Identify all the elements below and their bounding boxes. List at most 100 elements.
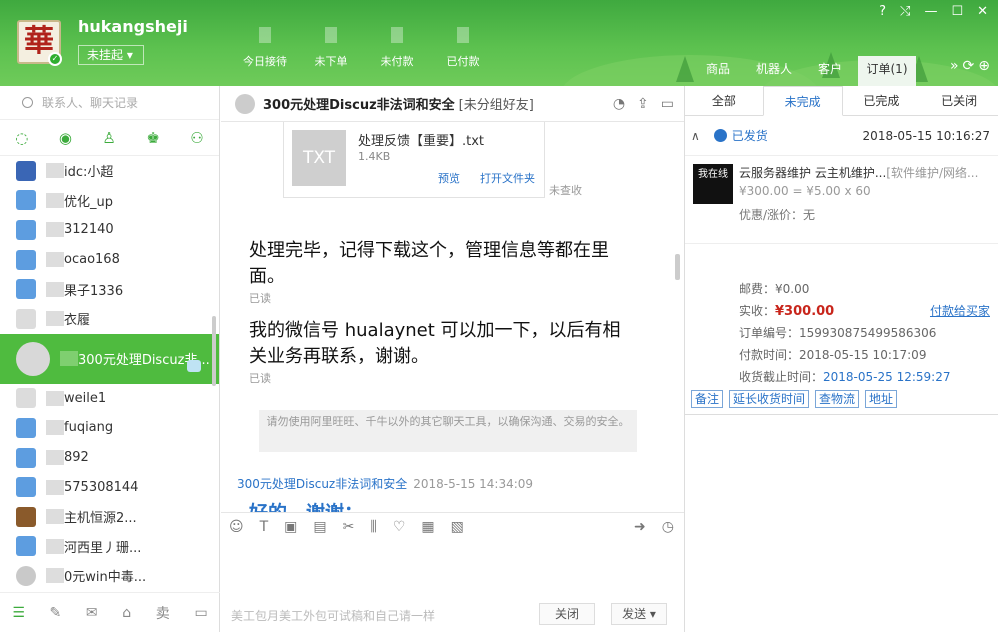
file-state: 未查收 [549,184,582,197]
history-icon[interactable]: ◷ [662,519,684,535]
send-button[interactable]: 发送 ▾ [611,603,667,625]
video-icon[interactable]: ▭ [661,96,674,112]
contact-list: idc:小超 优化_up 312140 ocao168 果子1336 衣履 30… [0,156,219,596]
chevron-down-icon: ▾ [126,48,133,62]
calculator-icon[interactable]: ▦ [421,519,434,535]
contact-name: 优化_up [64,194,113,210]
deadline-value: 2018-05-25 12:59:27 [823,370,951,384]
contact-item[interactable]: 312140 [0,215,219,245]
contact-item-selected[interactable]: 300元处理Discuz非... [0,333,219,384]
pay-time: 付款时间：2018-05-15 10:17:09 [739,348,927,362]
stat-unordered[interactable]: 未下单 [298,27,364,69]
help-icon[interactable]: ? [879,4,886,19]
chat-bubble-icon[interactable]: ◌ [15,129,28,147]
contact-item[interactable]: idc:小超 [0,156,219,186]
logistics-button[interactable]: 查物流 [815,390,860,408]
tab-incomplete[interactable]: 未完成 [762,86,843,116]
tab-robot[interactable]: 机器人 [746,56,802,86]
input-hint: 美工包月美工外包可试稿和自己请一样 [231,609,436,623]
contact-item[interactable]: 主机恒源2... [0,502,219,532]
close-button[interactable]: 关闭 [539,603,595,625]
phrase-icon[interactable]: ▧ [451,519,464,535]
contact-item[interactable]: weile1 [0,384,219,414]
contact-item[interactable]: 优化_up [0,186,219,216]
add-icon[interactable]: ⊕ [978,58,990,74]
sell-icon[interactable]: 卖 [156,603,170,623]
folder-icon[interactable]: ▤ [313,519,326,535]
minimize-icon[interactable]: — [924,4,937,19]
close-icon[interactable]: ✕ [977,4,988,19]
message-input[interactable] [221,540,684,600]
contact-item[interactable]: 575308144 [0,472,219,502]
contact-avatar [16,536,36,557]
pay-buyer-link[interactable]: 付款给买家 [930,302,990,319]
stat-unpaid[interactable]: 未付款 [364,27,430,69]
address-button[interactable]: 地址 [865,390,898,408]
tab-products[interactable]: 商品 [690,56,746,86]
tab-orders[interactable]: 订单(1) [858,56,916,86]
pin-icon[interactable]: ⤭ [900,4,910,19]
contact-item[interactable]: 果子1336 [0,274,219,304]
search-box[interactable]: 联系人、聊天记录 [0,86,219,120]
search-input[interactable]: 联系人、聊天记录 [42,96,138,110]
mail-icon[interactable]: ✉ [86,605,98,621]
file-preview-link[interactable]: 预览 [438,170,460,186]
image-icon[interactable]: ▣ [284,519,297,535]
contact-icon[interactable]: ♙ [102,129,115,147]
shake-icon[interactable]: ⫼ [370,519,376,535]
contact-item[interactable]: 河西里丿珊... [0,532,219,562]
maximize-icon[interactable]: ☐ [951,4,963,19]
divider [685,414,998,415]
order-actions: 备注 延长收货时间 查物流 地址 [691,390,898,408]
stats-bar: 今日接待 未下单 未付款 已付款 [232,27,496,69]
collapse-icon[interactable]: ∧ [691,129,700,143]
forward-icon[interactable]: ➜ [634,519,646,535]
app-header: 華 ✓ hukangsheji 未挂起 ▾ 今日接待 未下单 未付款 已付款 ?… [0,0,998,86]
contact-avatar [16,447,36,468]
tab-completed[interactable]: 已完成 [843,86,921,115]
top-tabs: 商品 机器人 客户 订单(1) [690,56,916,86]
emoji-icon[interactable]: ☺ [229,519,244,535]
contact-item[interactable]: fuqiang [0,413,219,443]
contact-item[interactable]: 892 [0,443,219,473]
chat-options-icon[interactable]: ◔ [613,96,625,112]
product-category: [软件维护/网络... [886,166,979,180]
product-title[interactable]: 云服务器维护 云主机维护...[软件维护/网络... [739,164,989,181]
open-folder-link[interactable]: 打开文件夹 [480,170,535,186]
tab-customer[interactable]: 客户 [802,56,858,86]
clock-icon[interactable]: ◉ [59,129,72,147]
contact-item[interactable]: 衣履 [0,304,219,334]
status-dropdown[interactable]: 未挂起 ▾ [78,45,144,65]
group-icon[interactable]: ♚ [146,129,159,147]
tab-closed[interactable]: 已关闭 [920,86,998,115]
font-icon[interactable]: T [260,519,269,535]
extend-receipt-button[interactable]: 延长收货时间 [729,390,810,408]
stat-paid[interactable]: 已付款 [430,27,496,69]
contact-item[interactable]: 0元win中毒... [0,561,219,591]
heart-icon[interactable]: ♡ [393,519,406,535]
menu-icon[interactable]: ☰ [12,605,25,621]
more-tabs-icon[interactable]: » [950,58,959,74]
product-image[interactable]: 我在线 [693,164,733,204]
note-icon[interactable]: ✎ [50,605,62,621]
refresh-icon[interactable]: ⟳ [963,58,975,74]
contact-scrollbar[interactable] [212,316,216,386]
file-message[interactable]: TXT 处理反馈【重要】.txt 1.4KB 预览 打开文件夹 [283,122,545,198]
org-icon[interactable]: ⚇ [190,129,203,147]
remark-button[interactable]: 备注 [691,390,724,408]
stat-label: 未下单 [314,55,348,68]
chat-avatar[interactable] [235,93,255,114]
tab-all[interactable]: 全部 [685,86,763,115]
window-icon[interactable]: ▭ [194,605,207,621]
status-label: 未挂起 [87,48,124,62]
left-tabs: ◌ ◉ ♙ ♚ ⚇ [0,120,219,156]
transfer-icon[interactable]: ⇪ [637,96,649,112]
sender-name[interactable]: 300元处理Discuz非法词和安全 [237,477,407,491]
read-status: 已读 [249,372,271,385]
stat-today[interactable]: 今日接待 [232,27,298,69]
contact-item[interactable]: ocao168 [0,245,219,275]
chat-scrollbar[interactable] [675,254,680,280]
chat-header-icons: ◔ ⇪ ▭ [613,96,684,112]
scissors-icon[interactable]: ✂ [343,519,355,535]
shop-icon[interactable]: ⌂ [122,605,131,621]
